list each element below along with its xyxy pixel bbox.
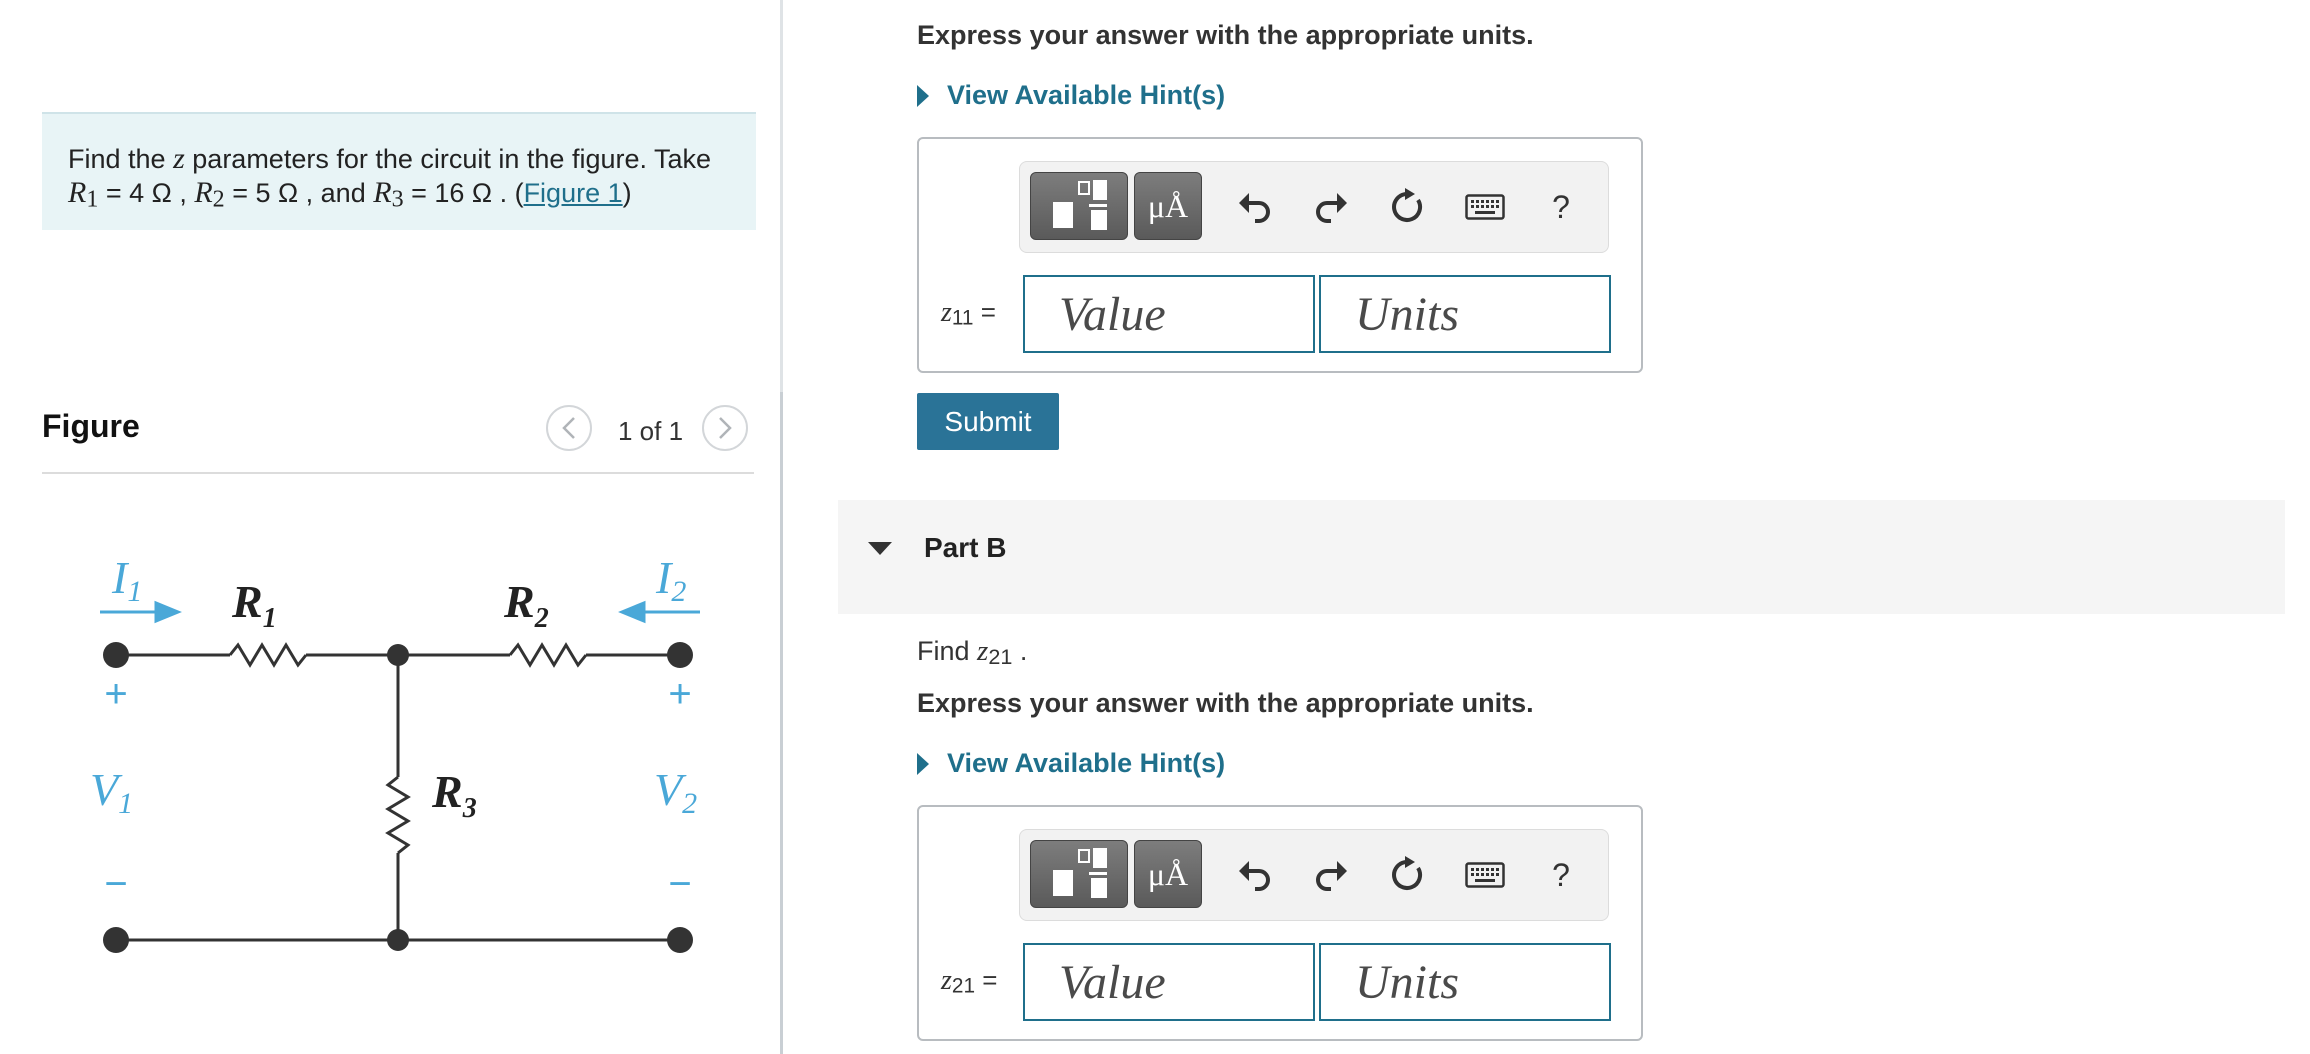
r1-value: = 4 Ω ,: [105, 178, 187, 208]
v1-plus: +: [104, 672, 127, 716]
part-a-math-toolbar: μÅ ?: [1019, 161, 1609, 253]
submit-button[interactable]: Submit: [917, 393, 1059, 450]
figure-link[interactable]: Figure 1: [524, 178, 623, 208]
part-a-hint-toggle[interactable]: View Available Hint(s): [917, 80, 1225, 111]
node-top-left: [103, 642, 129, 668]
r2-value: = 5 Ω , and: [232, 178, 366, 208]
v2-minus: −: [668, 862, 691, 906]
close-paren: ): [622, 178, 632, 208]
reset-icon[interactable]: [1382, 850, 1432, 900]
label-v1: V1: [90, 764, 133, 820]
r1-resistor: [228, 642, 308, 668]
node-bottom-left: [103, 927, 129, 953]
undo-icon[interactable]: [1230, 182, 1280, 232]
label-r1: R1: [231, 576, 277, 634]
i1-arrowhead-icon: [154, 600, 182, 624]
caret-down-icon[interactable]: [868, 542, 892, 555]
label-i2: I2: [655, 552, 686, 608]
part-b-instruction: Express your answer with the appropriate…: [917, 688, 1534, 718]
templates-icon: [1053, 180, 1107, 230]
caret-right-icon: [917, 85, 929, 107]
units-symbol-button[interactable]: μÅ: [1134, 172, 1202, 240]
part-a-hint-label: View Available Hint(s): [947, 80, 1226, 110]
v2-plus: +: [668, 672, 691, 716]
next-figure-button[interactable]: [702, 405, 748, 451]
label-i1: I1: [111, 552, 142, 608]
keyboard-icon[interactable]: [1460, 850, 1510, 900]
part-b-units-input[interactable]: [1319, 943, 1611, 1021]
node-top-right: [667, 642, 693, 668]
templates-icon: [1053, 848, 1107, 898]
problem-statement: Find the z parameters for the circuit in…: [42, 112, 756, 230]
chevron-right-icon: [719, 417, 732, 439]
part-b-header[interactable]: Part B: [838, 500, 2285, 614]
r2-resistor: [508, 642, 588, 668]
reset-icon[interactable]: [1382, 182, 1432, 232]
node-top-mid: [387, 644, 409, 666]
redo-icon[interactable]: [1306, 850, 1356, 900]
r3-value: = 16 Ω . (: [411, 178, 524, 208]
r3-symbol: R3: [373, 176, 404, 213]
part-b-hint-label: View Available Hint(s): [947, 748, 1226, 778]
figure-page-counter: 1 of 1: [618, 416, 684, 446]
help-button[interactable]: ?: [1536, 850, 1586, 900]
node-bottom-right: [667, 927, 693, 953]
caret-right-icon: [917, 753, 929, 775]
problem-text-before: Find the: [68, 144, 166, 174]
part-a-value-input[interactable]: [1023, 275, 1315, 353]
keyboard-icon[interactable]: [1460, 182, 1510, 232]
r2-symbol: R2: [194, 176, 225, 213]
r1-symbol: R1: [68, 176, 99, 213]
help-button[interactable]: ?: [1536, 182, 1586, 232]
part-b-math-toolbar: μÅ ?: [1019, 829, 1609, 921]
chevron-left-icon: [562, 417, 575, 439]
part-a-answer-box: μÅ ? z11 =: [917, 137, 1643, 373]
circuit-diagram: I1 I2 R1 R2 R3 V1 V2 + + − −: [90, 552, 700, 953]
templates-button[interactable]: [1030, 172, 1128, 240]
r3-resistor: [385, 775, 411, 855]
templates-button[interactable]: [1030, 840, 1128, 908]
part-b-hint-toggle[interactable]: View Available Hint(s): [917, 748, 1225, 779]
problem-text-after: parameters for the circuit in the figure…: [192, 144, 712, 174]
v1-minus: −: [104, 862, 127, 906]
part-b-title: Part B: [924, 532, 1007, 563]
left-pane: Find the z parameters for the circuit in…: [0, 0, 780, 1054]
part-a-instruction: Express your answer with the appropriate…: [917, 20, 1534, 50]
label-v2: V2: [654, 764, 697, 820]
part-b-value-input[interactable]: [1023, 943, 1315, 1021]
prev-figure-button[interactable]: [546, 405, 592, 451]
part-a-variable-label: z11 =: [941, 297, 996, 330]
part-b-variable-label: z21 =: [941, 965, 998, 998]
problem-var-z: z: [173, 142, 185, 175]
undo-icon[interactable]: [1230, 850, 1280, 900]
units-symbol-button[interactable]: μÅ: [1134, 840, 1202, 908]
figure-title: Figure: [42, 408, 140, 444]
figure-header: Figure 1 of 1: [42, 400, 754, 474]
part-a-units-input[interactable]: [1319, 275, 1611, 353]
label-r2: R2: [503, 576, 549, 634]
i2-arrowhead-icon: [618, 600, 646, 624]
node-bottom-mid: [387, 929, 409, 951]
label-r3: R3: [431, 766, 477, 824]
redo-icon[interactable]: [1306, 182, 1356, 232]
right-pane: Express your answer with the appropriate…: [783, 0, 2310, 1054]
part-b-answer-box: μÅ ? z21 =: [917, 805, 1643, 1041]
part-b-question: Find z21 .: [917, 635, 1028, 669]
